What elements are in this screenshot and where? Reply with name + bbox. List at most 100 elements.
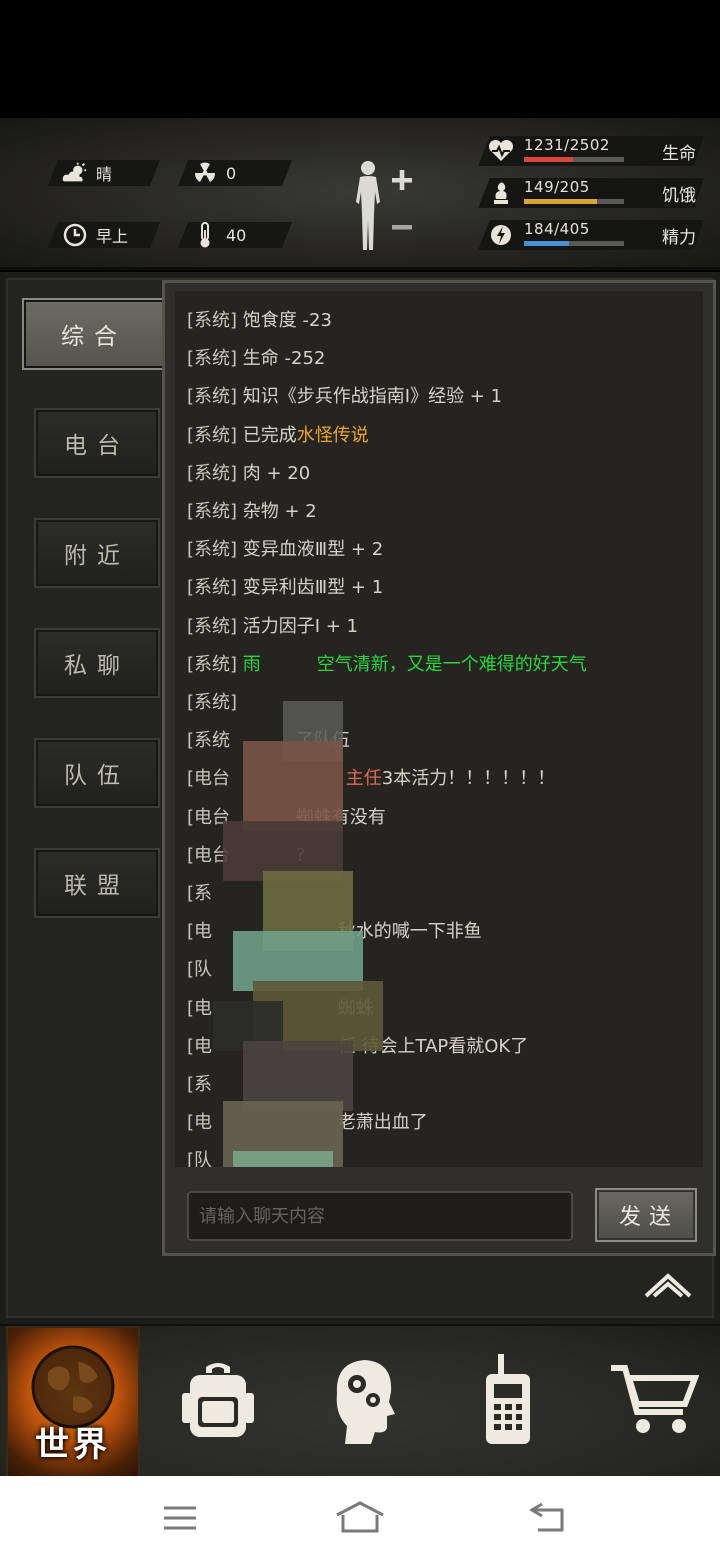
chat-message: [电台 主任3本活力！！！！！！ bbox=[187, 767, 555, 791]
chat-message: [队 bbox=[187, 958, 212, 982]
temperature-indicator[interactable]: 40 bbox=[178, 222, 292, 248]
tab-nearby[interactable]: 附近 bbox=[34, 518, 160, 588]
hunger-label: 饥饿 bbox=[662, 186, 696, 206]
energy-label: 精力 bbox=[662, 228, 696, 248]
message-channel-tag: [系统] bbox=[187, 386, 238, 408]
energy-icon bbox=[488, 222, 514, 248]
message-text: ? bbox=[295, 844, 306, 866]
time-label: 早上 bbox=[96, 227, 129, 246]
message-channel-tag: [系统] bbox=[187, 653, 238, 675]
vital-health: 1231/2502 生命 bbox=[478, 136, 704, 166]
chat-log[interactable]: [系统] 饱食度 -23 [系统] 生命 -252 [系统] 知识《步兵作战指南Ⅰ》… bbox=[175, 291, 703, 1167]
chat-message: [系统] 已完成水怪传说 bbox=[187, 424, 369, 448]
message-text: 知识《步兵作战指南Ⅰ》经验 + 1 bbox=[242, 386, 503, 408]
chat-message: [系统] 肉 + 20 bbox=[187, 462, 310, 486]
tab-alliance[interactable]: 联盟 bbox=[34, 848, 160, 918]
weather-label: 晴 bbox=[96, 165, 113, 184]
chat-message: [系统] 活力因子Ⅰ + 1 bbox=[187, 615, 358, 639]
tab-radio[interactable]: 电台 bbox=[34, 408, 160, 478]
chat-message: [系统] bbox=[187, 691, 237, 715]
message-channel-tag: [系统] bbox=[187, 501, 238, 522]
message-channel-tag: [系 bbox=[187, 883, 213, 904]
message-channel-tag: [电 bbox=[187, 1112, 213, 1134]
message-channel-tag: [系 bbox=[187, 1074, 213, 1095]
nav-world[interactable]: 世界 bbox=[6, 1326, 140, 1478]
message-text: 任 待会上TAP看就OK了 bbox=[337, 1035, 529, 1057]
chat-message: [系统] 雨 空气清新，又是一个难得的好天气 bbox=[187, 653, 587, 677]
collapse-chevron-icon[interactable] bbox=[640, 1266, 696, 1306]
weather-indicator[interactable]: 晴 bbox=[48, 160, 160, 186]
message-channel-tag: [系统] bbox=[187, 424, 238, 446]
food-icon bbox=[488, 180, 514, 206]
message-text: 变异血液Ⅲ型 + 2 bbox=[242, 539, 384, 561]
message-text: 了队伍 bbox=[295, 730, 350, 752]
message-text: 蜘蛛 bbox=[337, 997, 374, 1019]
radiation-value: 0 bbox=[226, 163, 237, 183]
send-button[interactable]: 发送 bbox=[595, 1188, 697, 1242]
message-channel-tag: [电 bbox=[187, 997, 213, 1019]
message-text: 杂物 + 2 bbox=[242, 501, 317, 522]
message-channel-tag: [电台 bbox=[187, 844, 231, 866]
nav-shop[interactable] bbox=[604, 1326, 704, 1478]
home-icon[interactable] bbox=[332, 1496, 388, 1540]
tab-team[interactable]: 队伍 bbox=[34, 738, 160, 808]
chat-message: [系统] 生命 -252 bbox=[187, 347, 325, 371]
health-bar bbox=[524, 157, 624, 162]
message-channel-tag: [系统] bbox=[187, 462, 238, 484]
energy-bar bbox=[524, 241, 624, 246]
message-channel-tag: [系统] bbox=[187, 692, 238, 713]
message-channel-tag: [系统] bbox=[187, 348, 238, 370]
menu-icon[interactable] bbox=[152, 1496, 208, 1540]
chat-message: [系统] 变异血液Ⅲ型 + 2 bbox=[187, 538, 383, 562]
hud-panel: 晴 0 早上 40 1231/2502 生命 149/205 饥饿 184/40… bbox=[0, 118, 720, 270]
message-channel-tag: [系统] bbox=[187, 539, 238, 561]
status-bar-area bbox=[0, 0, 720, 118]
chat-message: [系 bbox=[187, 882, 212, 906]
message-channel-tag: [系统] bbox=[187, 615, 238, 637]
temperature-value: 40 bbox=[226, 225, 247, 245]
cloudy-sun-icon bbox=[62, 160, 88, 186]
chat-panel: [系统] 饱食度 -23 [系统] 生命 -252 [系统] 知识《步兵作战指南Ⅰ》… bbox=[162, 280, 716, 1256]
message-channel-tag: [电台 bbox=[187, 806, 231, 828]
heart-icon bbox=[488, 138, 514, 164]
message-sender[interactable]: 主任 bbox=[346, 768, 382, 789]
chat-message: [电台 蜘蛛有没有 bbox=[187, 806, 386, 830]
world-label: 世界 bbox=[35, 1425, 111, 1465]
skills-head-icon bbox=[327, 1354, 399, 1450]
message-text: 雨 bbox=[242, 653, 261, 675]
message-text: 已完成 bbox=[242, 424, 297, 446]
message-channel-tag: [电 bbox=[187, 1035, 213, 1057]
chat-message: [系统] 变异利齿Ⅲ型 + 1 bbox=[187, 576, 383, 600]
message-channel-tag: [电台 bbox=[187, 768, 231, 790]
tab-private[interactable]: 私聊 bbox=[34, 628, 160, 698]
time-indicator[interactable]: 早上 bbox=[48, 222, 160, 248]
energy-value: 184/405 bbox=[524, 220, 590, 238]
message-channel-tag: [电 bbox=[187, 921, 213, 943]
chat-message: [电 秋水的喊一下非鱼 bbox=[187, 920, 482, 944]
back-icon[interactable] bbox=[520, 1496, 576, 1540]
chat-message: [电 任 待会上TAP看就OK了 bbox=[187, 1035, 528, 1059]
system-navigation-bar bbox=[0, 1476, 720, 1560]
chat-message: [电 蜘蛛 bbox=[187, 997, 374, 1021]
message-text: 秋水的喊一下非鱼 bbox=[337, 921, 482, 943]
message-text: 蜘蛛有没有 bbox=[295, 806, 386, 828]
nav-radio[interactable] bbox=[468, 1326, 548, 1478]
body-status-figure[interactable] bbox=[350, 158, 420, 254]
message-channel-tag: [系统] bbox=[187, 577, 238, 599]
nav-backpack[interactable] bbox=[170, 1326, 266, 1478]
weather-message-text: 空气清新，又是一个难得的好天气 bbox=[316, 653, 587, 675]
nav-skills[interactable] bbox=[318, 1326, 408, 1478]
chat-input[interactable] bbox=[187, 1191, 573, 1241]
message-text: 肉 + 20 bbox=[242, 462, 311, 484]
vital-hunger: 149/205 饥饿 bbox=[478, 178, 704, 208]
message-text: 活力因子Ⅰ + 1 bbox=[242, 615, 359, 637]
message-channel-tag: [系统] bbox=[187, 310, 238, 331]
radiation-indicator[interactable]: 0 bbox=[178, 160, 292, 186]
hunger-bar bbox=[524, 199, 624, 204]
message-channel-tag: [系统 bbox=[187, 730, 231, 752]
chat-screen: 综合 电台 附近 私聊 队伍 联盟 [系统] 饱食度 -23 [系统] 生命 -2… bbox=[0, 272, 720, 1324]
tab-general[interactable]: 综合 bbox=[22, 298, 166, 370]
bottom-nav: 世界 bbox=[0, 1324, 720, 1478]
quest-name-highlight: 水怪传说 bbox=[296, 424, 369, 446]
thermometer-icon bbox=[192, 222, 218, 248]
